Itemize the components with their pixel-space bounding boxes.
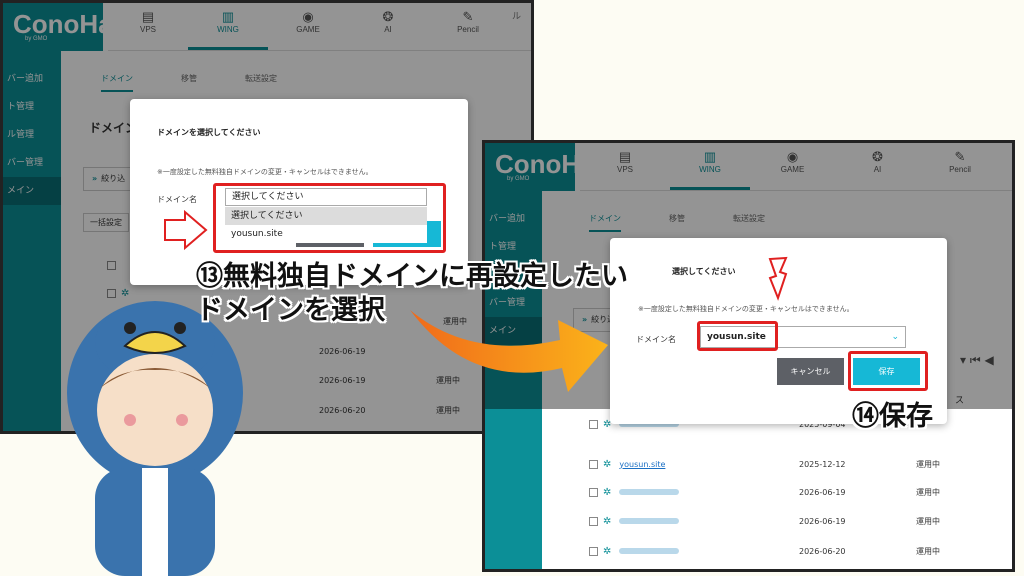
modal-note: ※一度設定した無料独自ドメインの変更・キャンセルはできません。 — [638, 305, 854, 313]
nav-ai[interactable]: ❂ AI — [835, 143, 920, 190]
row-date: 2026-06-20 — [799, 546, 846, 556]
ai-icon: ❂ — [872, 149, 883, 164]
sidebar-item[interactable]: ル管理 — [3, 121, 61, 149]
row-date: 2025-12-12 — [799, 459, 846, 469]
nav-wing[interactable]: ▥ WING — [188, 3, 268, 50]
nav-vps[interactable]: ▤ VPS — [108, 3, 188, 50]
sub-tabs: ドメイン 移管 転送設定 — [101, 73, 277, 92]
domain-select-modal: 選択してください ※一度設定した無料独自ドメインの変更・キャンセルはできません。… — [610, 238, 947, 424]
sub-tabs: ドメイン 移管 転送設定 — [589, 213, 765, 232]
checkbox[interactable] — [589, 546, 598, 556]
checkbox[interactable] — [589, 487, 598, 497]
row-date: 2026-06-20 — [319, 405, 366, 415]
row-date: 2026-06-19 — [319, 375, 366, 385]
sidebar-item[interactable]: バー管理 — [3, 149, 61, 177]
screenshot-step14: ▤ VPS ▥ WING ◉ GAME ❂ AI ✎ Pencil ConoHa by GM… — [482, 140, 1015, 572]
pencil-icon: ✎ — [462, 9, 474, 24]
domain-name-label: ドメイン名 — [636, 335, 676, 344]
tab-domain[interactable]: ドメイン — [589, 213, 621, 232]
checkbox[interactable] — [589, 459, 598, 469]
table-row: ✲ yousun.site 2025-12-12 運用中 — [589, 449, 1009, 479]
sidebar-item[interactable]: ト管理 — [3, 93, 61, 121]
tab-forwarding[interactable]: 転送設定 — [245, 73, 277, 92]
nav-game[interactable]: ◉ GAME — [750, 143, 835, 190]
ai-icon: ❂ — [382, 9, 394, 24]
top-nav: ▤ VPS ▥ WING ◉ GAME ❂ AI ✎ Pencil — [580, 143, 1012, 191]
row-status-fragment: 運用中 — [443, 317, 467, 326]
gamepad-icon: ◉ — [302, 9, 314, 24]
nav-ai[interactable]: ❂ AI — [348, 3, 428, 50]
wing-icon: ▥ — [703, 149, 717, 164]
domain-name-label: ドメイン名 — [157, 195, 197, 204]
sidebar-item-domain[interactable]: メイン — [3, 177, 61, 205]
nav-wing[interactable]: ▥ WING — [670, 143, 750, 190]
pager-icon[interactable]: ▾ ⏮ ◀ — [960, 353, 994, 368]
nav-game[interactable]: ◉ GAME — [268, 3, 348, 50]
table-row: ✲ 2026-06-20 運用中 — [589, 536, 1009, 566]
highlight-box-save — [848, 351, 928, 391]
tab-transfer[interactable]: 移管 — [181, 73, 197, 92]
highlight-box-domain — [697, 321, 778, 351]
table-row: ✲ 2026-06-19 運用中 — [589, 477, 1009, 507]
sidebar-item[interactable]: ト管理 — [485, 233, 542, 261]
gear-icon[interactable]: ✲ — [603, 516, 611, 527]
gamepad-icon: ◉ — [786, 149, 799, 164]
sidebar: バー追加 ト管理 バー管理 メイン — [485, 191, 542, 569]
domain-link[interactable]: yousun.site — [619, 460, 714, 469]
modal-title: ドメインを選択してください — [157, 128, 261, 137]
checkbox[interactable] — [107, 260, 116, 270]
step13-caption-line2: ドメインを選択 — [196, 295, 385, 326]
row-status: 運用中 — [916, 516, 940, 526]
checkbox[interactable] — [589, 419, 598, 429]
row-date: 2026-06-19 — [319, 346, 366, 356]
conoha-logo[interactable]: ConoHa by GMO — [485, 143, 595, 191]
row-status: 運用中 — [436, 375, 460, 385]
row-status: 運用中 — [916, 487, 940, 497]
cancel-button[interactable]: キャンセル — [777, 358, 844, 385]
chevron-down-icon: ⌄ — [891, 332, 899, 342]
top-nav: ▤ VPS ▥ WING ◉ GAME ❂ AI ✎ Pencil ル — [108, 3, 531, 51]
nav-pencil[interactable]: ✎ Pencil — [920, 143, 1000, 190]
step13-caption-line1: ⑬無料独自ドメインに再設定したい — [196, 261, 628, 292]
row-status: 運用中 — [916, 459, 940, 469]
pencil-icon: ✎ — [954, 149, 966, 164]
column-header-fragment: ス — [955, 396, 965, 406]
row-status: 運用中 — [916, 546, 940, 556]
tab-domain[interactable]: ドメイン — [101, 73, 133, 92]
tab-transfer[interactable]: 移管 — [669, 213, 685, 232]
domain-redacted — [619, 518, 680, 524]
sidebar-item[interactable]: バー追加 — [3, 65, 61, 93]
gear-icon[interactable]: ✲ — [603, 459, 611, 470]
checkbox[interactable] — [589, 516, 598, 526]
table-row — [107, 250, 121, 280]
server-icon: ▤ — [141, 9, 155, 24]
bulk-select[interactable]: 一括設定 — [83, 213, 129, 232]
gear-icon[interactable]: ✲ — [603, 546, 611, 557]
wing-icon: ▥ — [221, 9, 235, 24]
domain-redacted — [619, 489, 680, 495]
nav-pencil[interactable]: ✎ Pencil — [428, 3, 508, 50]
domain-redacted — [619, 548, 680, 554]
penguin-mascot-image — [67, 301, 243, 576]
table-row: ✲ 2026-06-19 運用中 — [589, 506, 1009, 536]
help-fragment: ル — [512, 12, 522, 22]
tab-forwarding[interactable]: 転送設定 — [733, 213, 765, 232]
conoha-logo[interactable]: ConoHa by GMO — [3, 3, 113, 51]
modal-title: 選択してください — [672, 267, 736, 276]
sidebar-item[interactable]: バー追加 — [485, 205, 542, 233]
row-date: 2026-06-19 — [799, 516, 846, 526]
gear-icon[interactable]: ✲ — [603, 487, 611, 498]
sidebar-item-domain[interactable]: メイン — [485, 317, 542, 345]
highlight-box — [213, 183, 446, 253]
modal-note: ※一度設定した無料独自ドメインの変更・キャンセルはできません。 — [157, 168, 373, 176]
row-date: 2026-06-19 — [799, 487, 846, 497]
step14-caption: ⑭保存 — [852, 401, 933, 432]
row-status: 運用中 — [436, 405, 460, 415]
